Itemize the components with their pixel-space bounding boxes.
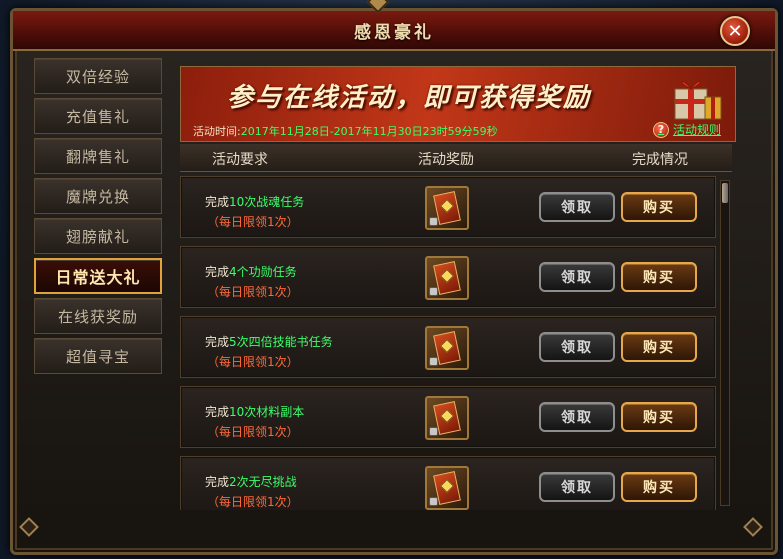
window-title: 感恩豪礼 bbox=[354, 22, 434, 43]
header-reward: 活动奖励 bbox=[418, 152, 474, 168]
claim-button[interactable]: 领取 bbox=[539, 192, 615, 222]
menu-item-flip-card-gift[interactable]: 翻牌售礼 bbox=[34, 138, 162, 174]
claim-button[interactable]: 领取 bbox=[539, 402, 615, 432]
menu-item-daily-gift[interactable]: 日常送大礼 bbox=[34, 258, 162, 294]
gift-box-icon bbox=[674, 81, 722, 120]
menu-item-double-exp[interactable]: 双倍经验 bbox=[34, 58, 162, 94]
event-time-value: 2017年11月28日-2017年11月30日23时59分59秒 bbox=[240, 125, 498, 138]
task-list: 完成10次战魂任务 （每日限领1次） 领取 购买 完成4个功勋任务 （每日限领1… bbox=[180, 176, 716, 510]
header-status: 完成情况 bbox=[632, 152, 688, 168]
task-target: 10次材料副本 bbox=[229, 405, 305, 419]
claim-button[interactable]: 领取 bbox=[539, 332, 615, 362]
buy-button[interactable]: 购买 bbox=[621, 332, 697, 362]
title-bar: 感恩豪礼 bbox=[13, 11, 775, 51]
event-time-label: 活动时间: bbox=[193, 125, 241, 138]
help-icon: ? bbox=[653, 121, 669, 138]
header-requirement: 活动要求 bbox=[212, 152, 268, 168]
task-description: 完成5次四倍技能书任务 bbox=[205, 333, 333, 350]
buy-button[interactable]: 购买 bbox=[621, 402, 697, 432]
rules-link-label: 活动规则 bbox=[673, 123, 722, 137]
task-row: 完成10次战魂任务 （每日限领1次） 领取 购买 bbox=[180, 176, 716, 238]
task-target: 2次无尽挑战 bbox=[229, 475, 297, 489]
scrollbar[interactable] bbox=[720, 180, 730, 506]
task-prefix: 完成 bbox=[205, 335, 230, 349]
task-target: 10次战魂任务 bbox=[229, 195, 305, 209]
reward-card-icon[interactable] bbox=[425, 186, 469, 230]
event-banner: 参与在线活动，即可获得奖励 活动时间:2017年11月28日-2017年11月3… bbox=[180, 66, 736, 142]
task-description: 完成2次无尽挑战 bbox=[205, 473, 297, 490]
lock-icon bbox=[429, 497, 438, 506]
task-limit: （每日限领1次） bbox=[207, 215, 299, 229]
claim-button[interactable]: 领取 bbox=[539, 262, 615, 292]
buy-button[interactable]: 购买 bbox=[621, 262, 697, 292]
menu-item-online-reward[interactable]: 在线获奖励 bbox=[34, 298, 162, 334]
scrollbar-thumb[interactable] bbox=[722, 183, 728, 203]
task-prefix: 完成 bbox=[205, 475, 230, 489]
reward-card-icon[interactable] bbox=[425, 466, 469, 510]
menu-item-wing-gift[interactable]: 翅膀献礼 bbox=[34, 218, 162, 254]
close-button[interactable]: ✕ bbox=[720, 16, 750, 46]
sidebar-menu: 双倍经验 充值售礼 翻牌售礼 魔牌兑换 翅膀献礼 日常送大礼 在线获奖励 超值寻… bbox=[34, 58, 174, 518]
task-limit: （每日限领1次） bbox=[207, 285, 299, 299]
reward-card-icon[interactable] bbox=[425, 256, 469, 300]
task-row: 完成4个功勋任务 （每日限领1次） 领取 购买 bbox=[180, 246, 716, 308]
reward-card-icon[interactable] bbox=[425, 326, 469, 370]
rules-link[interactable]: ? 活动规则 bbox=[653, 121, 721, 138]
task-prefix: 完成 bbox=[205, 265, 230, 279]
banner-slogan: 参与在线活动，即可获得奖励 bbox=[227, 83, 592, 113]
task-target: 4个功勋任务 bbox=[229, 265, 297, 279]
task-limit: （每日限领1次） bbox=[207, 425, 299, 439]
menu-item-treasure-hunt[interactable]: 超值寻宝 bbox=[34, 338, 162, 374]
event-time: 活动时间:2017年11月28日-2017年11月30日23时59分59秒 bbox=[193, 123, 498, 139]
table-header: 活动要求 活动奖励 完成情况 bbox=[180, 144, 732, 172]
task-row: 完成2次无尽挑战 （每日限领1次） 领取 购买 bbox=[180, 456, 716, 510]
task-target: 5次四倍技能书任务 bbox=[229, 335, 333, 349]
lock-icon bbox=[429, 217, 438, 226]
buy-button[interactable]: 购买 bbox=[621, 472, 697, 502]
task-limit: （每日限领1次） bbox=[207, 355, 299, 369]
task-row: 完成10次材料副本 （每日限领1次） 领取 购买 bbox=[180, 386, 716, 448]
task-prefix: 完成 bbox=[205, 195, 230, 209]
lock-icon bbox=[429, 287, 438, 296]
lock-icon bbox=[429, 427, 438, 436]
task-limit: （每日限领1次） bbox=[207, 495, 299, 509]
menu-item-card-exchange[interactable]: 魔牌兑换 bbox=[34, 178, 162, 214]
task-description: 完成10次材料副本 bbox=[205, 403, 304, 420]
reward-card-icon[interactable] bbox=[425, 396, 469, 440]
task-row: 完成5次四倍技能书任务 （每日限领1次） 领取 购买 bbox=[180, 316, 716, 378]
task-prefix: 完成 bbox=[205, 405, 230, 419]
claim-button[interactable]: 领取 bbox=[539, 472, 615, 502]
task-description: 完成10次战魂任务 bbox=[205, 193, 304, 210]
menu-item-recharge-gift[interactable]: 充值售礼 bbox=[34, 98, 162, 134]
buy-button[interactable]: 购买 bbox=[621, 192, 697, 222]
lock-icon bbox=[429, 357, 438, 366]
task-description: 完成4个功勋任务 bbox=[205, 263, 297, 280]
